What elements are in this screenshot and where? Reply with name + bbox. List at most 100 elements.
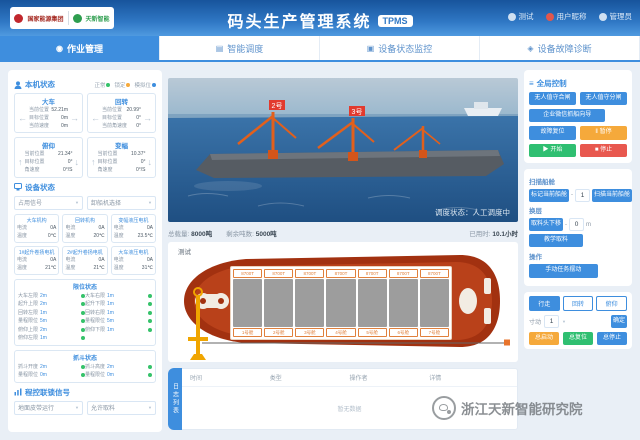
equipment-status-header: 设备状态 xyxy=(14,182,156,193)
arrow-down-icon[interactable]: ↓ xyxy=(75,158,80,167)
arrow-down-icon[interactable]: ↓ xyxy=(148,158,153,167)
teach-reclaim-button[interactable]: 教学取料 xyxy=(529,234,583,247)
allow-reclaim-select[interactable]: 允许取料▼ xyxy=(87,401,156,415)
main-nav: ◉作业管理 ▤智能调度 ▣设备状态监控 ◈设备故障诊断 xyxy=(0,36,640,62)
monitor-icon xyxy=(508,13,516,21)
signal-icon xyxy=(14,388,22,396)
unloader-select[interactable]: 卸船机选择▼ xyxy=(87,196,156,210)
hold-7[interactable]: 8700T7号舱 xyxy=(420,269,449,337)
arrow-right-icon[interactable]: → xyxy=(70,114,79,123)
hatch-cover xyxy=(358,279,387,327)
3d-scene-view[interactable]: 2号 3号 调度状态：人工调度中 xyxy=(168,78,518,222)
motor-card: 2#起升卷扬电机 电流0A 温度21℃ xyxy=(62,246,107,275)
motor-card: 回转机构 电流0A 温度20℃ xyxy=(62,214,107,243)
hatch-cover xyxy=(420,279,449,327)
tab-smart-dispatch[interactable]: ▤智能调度 xyxy=(160,36,320,60)
unloading-stats: 总载量: 8000吨 剩余吨数: 5000吨 已用时: 10.1小时 xyxy=(168,226,518,240)
log-table-header: 时间 类型 操作者 详情 xyxy=(182,369,517,387)
unattended-open-switch-button[interactable]: 无人值守分闸 xyxy=(580,92,627,105)
person-status-icon xyxy=(14,81,22,89)
svg-text:2号: 2号 xyxy=(272,102,283,110)
motor-card: 1#起升卷扬电机 电流0A 温度21℃ xyxy=(14,246,59,275)
limit-ok-dot xyxy=(148,302,152,306)
arrow-left-icon[interactable]: ← xyxy=(91,114,100,123)
tab-equipment-monitor[interactable]: ▣设备状态监控 xyxy=(320,36,480,60)
fault-reset-button[interactable]: 故障复位 xyxy=(529,126,576,139)
hatch-cover xyxy=(264,279,293,327)
equipment-icon xyxy=(14,183,22,191)
page-title-text: 码头生产管理系统 xyxy=(227,14,371,31)
meter-unit-label: m xyxy=(586,222,591,228)
arrow-left-icon[interactable]: ← xyxy=(18,114,27,123)
stop-button[interactable]: ■ 停止 xyxy=(580,144,627,157)
header-user-area: 测试 用户昵称 管理员 xyxy=(508,11,633,22)
hold-4[interactable]: 8700T4号舱 xyxy=(326,269,355,337)
watermark-logo xyxy=(432,396,456,420)
total-load-value: 8000吨 xyxy=(191,231,212,238)
jog-pitch-chip[interactable]: 俯仰 xyxy=(596,296,627,311)
motor-card: 大车液压电机 电流0A 温度31℃ xyxy=(111,246,156,275)
hold-6[interactable]: 8700T6号舱 xyxy=(389,269,418,337)
unattended-close-switch-button[interactable]: 无人值守合闸 xyxy=(529,92,576,105)
ship-tag: 测试 xyxy=(178,246,191,256)
scene-status-overlay: 调度状态：人工调度中 xyxy=(435,207,510,217)
jog-label: 寸动 xyxy=(529,317,541,326)
manual-task-swing-button[interactable]: 手动任务摆动 xyxy=(529,264,598,277)
log-list-tab[interactable]: 日志列表 xyxy=(168,368,182,430)
jog-step-input[interactable] xyxy=(544,315,559,328)
grab-status-card: 抓斗状态 抓斗开度2m 抓斗高度2m 量程限位0m 量程限位0m xyxy=(14,350,156,383)
tab-job-management[interactable]: ◉作业管理 xyxy=(0,36,160,60)
chevron-down-icon[interactable]: ▼ xyxy=(562,319,566,324)
app-header: 国家能源集团 天新智能 码头生产管理系统TPMS 测试 用户昵称 管理员 xyxy=(0,0,640,36)
motion-card-slew: 回转 ← 当前位置20.99° 目标位置0° 当前角速度0° → xyxy=(87,93,156,133)
current-hold-input[interactable] xyxy=(575,189,590,202)
role-admin-item[interactable]: 管理员 xyxy=(599,11,633,22)
mark-current-hold-button[interactable]: 标记当前船舱 xyxy=(529,189,569,202)
master-start-button[interactable]: 总启动 xyxy=(529,332,559,345)
hold-1[interactable]: 8700T1号舱 xyxy=(233,269,262,337)
motor-card: 大车机构 电流0A 温度0℃ xyxy=(14,214,59,243)
motion-card-luff: 变幅 ↑ 当前位置10.37° 目标位置0° 角速度0°/S ↓ xyxy=(87,137,156,177)
center-column: 2号 3号 调度状态：人工调度中 xyxy=(168,70,518,435)
motion-card-pitch: 俯仰 ↑ 当前位置21.34° 目标位置0° 角速度0°/S ↓ xyxy=(14,137,83,177)
limit-ok-dot xyxy=(148,319,152,323)
layer-depth-input[interactable] xyxy=(569,218,584,231)
chevron-down-icon: ▼ xyxy=(148,200,152,205)
signal-select[interactable]: 占用信号▼ xyxy=(14,196,83,210)
hold-3[interactable]: 8700T3号舱 xyxy=(295,269,324,337)
scan-current-hold-button[interactable]: 扫描当前船舱 xyxy=(592,189,632,202)
user-nickname-item[interactable]: 用户昵称 xyxy=(546,11,587,22)
motor-card: 变幅液压电机 电流0A 温度23.5℃ xyxy=(111,214,156,243)
chevron-down-icon: ▼ xyxy=(75,405,79,410)
measure-endpoint xyxy=(504,340,510,346)
pause-button[interactable]: ‖ 暂停 xyxy=(580,126,627,139)
arrow-up-icon[interactable]: ↑ xyxy=(18,158,23,167)
watermark-text: 浙江天新智能研究院 xyxy=(461,398,583,418)
limit-ok-dot xyxy=(148,311,152,315)
arrow-up-icon[interactable]: ↑ xyxy=(91,158,96,167)
jog-travel-chip[interactable]: 行走 xyxy=(529,296,560,311)
reclaimer-head-down-button[interactable]: 取料头下移 xyxy=(529,218,563,231)
right-control-panel: ≡ 全局控制 无人值守合闸 无人值守分闸 企业微信抓船向导 故障复位 ‖ 暂停 … xyxy=(524,70,632,432)
master-stop-button[interactable]: 总停止 xyxy=(597,332,627,345)
svg-text:3号: 3号 xyxy=(352,108,363,116)
status-legend: 正常 锁定 模拟位 xyxy=(94,81,156,89)
arrow-right-icon[interactable]: → xyxy=(143,114,152,123)
tab-fault-diagnosis[interactable]: ◈设备故障诊断 xyxy=(480,36,640,60)
limit-ok-dot xyxy=(148,373,152,377)
ground-belt-select[interactable]: 地面皮带运行▼ xyxy=(14,401,83,415)
scan-operation-card: 扫描船舱 标记当前船舱 - 扫描当前船舱 换层 取料头下移 - m 教学取料 操… xyxy=(524,169,632,286)
tpms-badge: TPMS xyxy=(378,15,413,27)
simulated-dot xyxy=(152,83,156,87)
hold-5[interactable]: 8700T5号舱 xyxy=(358,269,387,337)
hatch-cover xyxy=(389,279,418,327)
hold-2[interactable]: 8700T2号舱 xyxy=(264,269,293,337)
jog-confirm-button[interactable]: 确定 xyxy=(611,315,627,328)
interlock-header: 程控联锁信号 xyxy=(14,387,156,398)
start-button[interactable]: ▶ 开始 xyxy=(529,144,576,157)
jog-slew-chip[interactable]: 回转 xyxy=(563,296,594,311)
avatar-icon xyxy=(546,13,554,21)
test-mode-item[interactable]: 测试 xyxy=(508,11,534,22)
master-reset-button[interactable]: 总复位 xyxy=(563,332,593,345)
wechat-guide-button[interactable]: 企业微信抓船向导 xyxy=(529,109,605,122)
